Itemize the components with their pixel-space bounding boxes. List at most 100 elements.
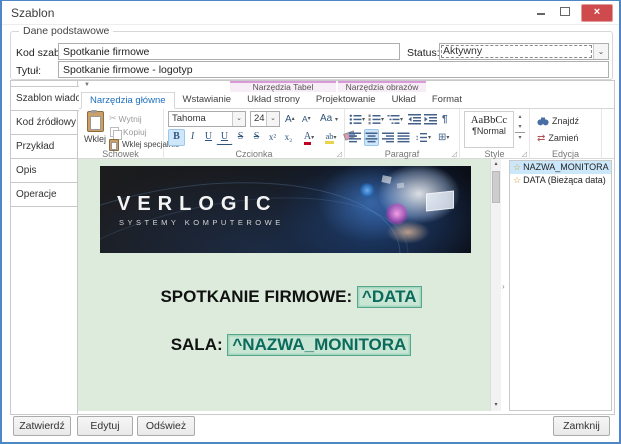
sidebar-tab-operations[interactable]: Operacje [11, 182, 78, 207]
editor-line-meeting[interactable]: SPOTKANIE FIRMOWE: ^DATA [78, 286, 490, 308]
placeholder-token-data[interactable]: ^DATA [357, 286, 422, 308]
line2-prefix: SALA: [171, 335, 228, 354]
ribbon-menu-arrow-icon[interactable]: ▼ [84, 82, 90, 88]
placeholder-item-date[interactable]: ☆DATA (Bieżąca data) [510, 174, 611, 187]
grow-font-button[interactable]: A▴ [285, 111, 295, 127]
style-preview-small: ¶Normal [465, 126, 513, 136]
close-dialog-button[interactable]: Zamknij [553, 416, 610, 436]
shrink-font-button[interactable]: A▾ [302, 111, 311, 127]
scissors-icon: ✂ [109, 113, 117, 124]
contextual-header-table-tools: Narzędzia Tabel [230, 81, 336, 92]
company-banner-image[interactable]: VERLOGIC SYSTEMY KOMPUTEROWE [100, 166, 471, 253]
style-preview-large: AaBbCc [465, 115, 513, 126]
grow-font-icon: A [285, 114, 292, 125]
gallery-down-icon[interactable]: ▾ [515, 122, 525, 132]
double-strikethrough-button[interactable]: S [248, 129, 265, 146]
refresh-button[interactable]: Odśwież [137, 416, 195, 436]
gallery-up-icon[interactable]: ▴ [515, 112, 525, 122]
underline-button[interactable]: U [200, 129, 217, 146]
combo-arrow-icon[interactable]: ⌄ [593, 44, 608, 59]
contextual-header-picture-tools: Narzędzia obrazów [338, 81, 426, 92]
superscript-button[interactable]: x² [264, 129, 281, 146]
title-bar: Szablon × [2, 1, 619, 25]
change-case-button[interactable]: Aa ▾ [320, 111, 338, 127]
cut-button[interactable]: ✂ Wytnij [109, 112, 142, 125]
scroll-down-icon[interactable]: ▾ [491, 400, 501, 411]
line-spacing-icon [420, 132, 428, 143]
text-highlight-button[interactable]: ab▾ [320, 129, 342, 146]
font-dialog-launcher[interactable]: ◿ [337, 150, 342, 158]
strikethrough-button[interactable]: S [232, 129, 249, 146]
dropdown-icon: ▾ [446, 134, 449, 141]
window-title: Szablon [11, 6, 54, 20]
basic-data-group-label: Dane podstawowe [19, 25, 113, 37]
status-select[interactable]: Aktywny ⌄ [439, 43, 609, 60]
editor-line-room[interactable]: SALA: ^NAZWA_MONITORA [78, 334, 490, 356]
paste-label: Wklej [82, 134, 108, 144]
bullet-list-button[interactable]: ▾ [348, 111, 366, 128]
ribbon-tab-row: Narzędzia główne Wstawianie Układ strony… [78, 92, 614, 109]
template-editor-canvas[interactable]: VERLOGIC SYSTEMY KOMPUTEROWE SPOTKANIE F… [78, 159, 501, 411]
ribbon-tab-table-design[interactable]: Projektowanie [308, 92, 384, 108]
edit-button[interactable]: Edytuj [77, 416, 133, 436]
ribbon-tab-page-layout[interactable]: Układ strony [239, 92, 308, 108]
editor-scrollbar[interactable]: ▴ ▾ [490, 159, 501, 411]
ribbon-tab-table-layout[interactable]: Układ [384, 92, 424, 108]
sidebar-tab-message-template[interactable]: Szablon wiadomości [11, 86, 79, 111]
combo-arrow-icon[interactable]: ⌄ [232, 112, 245, 126]
placeholder-token-monitor-name[interactable]: ^NAZWA_MONITORA [227, 334, 411, 356]
font-color-button[interactable]: A▾ [298, 129, 320, 146]
align-center-button[interactable] [364, 129, 379, 146]
numbered-list-button[interactable]: ▾ [367, 111, 385, 128]
paragraph-dialog-launcher[interactable]: ◿ [452, 150, 457, 158]
italic-button[interactable]: I [184, 129, 201, 146]
copy-button[interactable]: Kopiuj [109, 125, 147, 138]
scroll-up-icon[interactable]: ▴ [491, 159, 501, 170]
title-input[interactable] [58, 61, 609, 78]
align-left-button[interactable] [348, 129, 363, 146]
minimize-button[interactable] [531, 4, 551, 20]
font-size-select[interactable]: 24 ⌄ [250, 111, 280, 127]
decrease-indent-button[interactable] [407, 111, 422, 128]
bold-button[interactable]: B [168, 129, 185, 146]
dropdown-icon: ▾ [400, 116, 403, 123]
show-marks-button[interactable]: ¶ [441, 111, 449, 128]
maximize-button[interactable] [555, 4, 575, 20]
gallery-more-icon[interactable]: ▾ [515, 132, 525, 143]
multilevel-list-button[interactable]: ▾ [386, 111, 404, 128]
increase-indent-button[interactable] [423, 111, 438, 128]
copy-icon [110, 127, 119, 137]
approve-button[interactable]: Zatwierdź [13, 416, 71, 436]
up-caret-icon: ▴ [292, 116, 295, 122]
styles-dialog-launcher[interactable]: ◿ [522, 150, 527, 158]
scrollbar-thumb[interactable] [492, 171, 500, 203]
combo-arrow-icon[interactable]: ⌄ [266, 112, 279, 126]
subscript-button[interactable]: x₂ [280, 129, 297, 146]
star-icon: ☆ [513, 162, 521, 172]
borders-button[interactable]: ⊞ ▾ [437, 129, 450, 146]
close-button[interactable]: × [581, 4, 613, 22]
ribbon-tab-picture-format[interactable]: Format [424, 92, 470, 108]
ribbon-tab-insert[interactable]: Wstawianie [175, 92, 240, 108]
font-group-label: Czcionka [164, 149, 344, 159]
align-left-icon [349, 132, 362, 143]
find-button[interactable]: Znajdź [537, 114, 579, 128]
line-spacing-button[interactable]: ↕ ▾ [414, 129, 432, 146]
sidebar-tab-example[interactable]: Przykład [11, 134, 78, 159]
template-code-input[interactable] [58, 43, 400, 60]
panel-splitter[interactable]: › [501, 159, 509, 411]
justify-button[interactable] [396, 129, 411, 146]
double-underline-button[interactable]: U [216, 129, 233, 145]
sidebar-tab-source-code[interactable]: Kod źródłowy [11, 110, 78, 135]
placeholder-list-panel[interactable]: ☆NAZWA_MONITORA (Nazwa mon ☆DATA (Bieżąc… [509, 160, 612, 411]
placeholder-item-monitor-name[interactable]: ☆NAZWA_MONITORA (Nazwa mon [510, 161, 611, 174]
sidebar-tab-description[interactable]: Opis [11, 158, 78, 183]
replace-button[interactable]: ⇄ Zamień [537, 131, 578, 145]
align-right-button[interactable] [380, 129, 395, 146]
style-gallery-item[interactable]: AaBbCc ¶Normal [464, 111, 514, 148]
star-icon: ☆ [513, 175, 521, 185]
font-family-select[interactable]: Tahoma ⌄ [168, 111, 246, 127]
style-gallery-scroll[interactable]: ▴ ▾ ▾ [515, 112, 525, 143]
ribbon-tab-home[interactable]: Narzędzia główne [81, 92, 175, 109]
minimize-icon [537, 13, 545, 15]
